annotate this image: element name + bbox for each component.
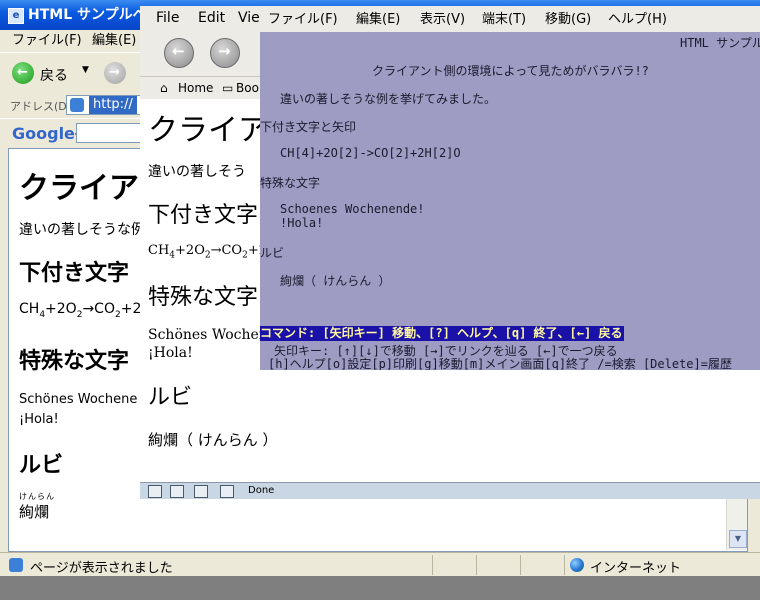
- mail-icon[interactable]: [170, 485, 184, 498]
- navigator-icon[interactable]: [148, 485, 162, 498]
- mozilla-special-german: Schönes Wochen: [148, 327, 268, 343]
- mozilla-intro-text: 違いの著しそう: [148, 164, 246, 180]
- bookmark-home[interactable]: Home: [178, 77, 213, 99]
- lynx-special-heading: 特殊な文字: [260, 176, 321, 190]
- ie-subscript-heading: 下付き文字: [19, 261, 130, 286]
- lynx-ruby-heading: ルビ: [260, 246, 285, 260]
- mozilla-formula: CH4+2O2→CO2+2H: [148, 243, 278, 261]
- terminal-menu-terminal[interactable]: 端末(T): [482, 8, 526, 32]
- mozilla-menu-file[interactable]: File: [156, 6, 179, 30]
- mozilla-menu-edit[interactable]: Edit: [198, 6, 225, 30]
- ie-page-icon: [70, 98, 84, 112]
- address-label: アドレス(D): [10, 100, 72, 113]
- mozilla-ruby-text: 絢爛（ けんらん ）: [148, 431, 278, 449]
- mozilla-status-bar: Done: [140, 482, 760, 499]
- mozilla-special-spanish: ¡Hola!: [148, 345, 193, 361]
- forward-arrow-icon[interactable]: →: [210, 38, 240, 68]
- ie-intro-text: 違いの著しそうな例: [19, 222, 145, 238]
- page-done-icon: [9, 558, 23, 572]
- terminal-window: ファイル(F) 編集(E) 表示(V) 端末(T) 移動(G) ヘルプ(H) H…: [260, 8, 760, 370]
- ie-window-icon: e: [8, 8, 24, 24]
- address-url-text[interactable]: http://: [89, 96, 137, 114]
- lynx-command-line: コマンド: [矢印キー] 移動、[?] ヘルプ、[q] 終了、[←] 戻る: [260, 326, 625, 341]
- terminal-menu-help[interactable]: ヘルプ(H): [608, 8, 667, 32]
- status-divider: [520, 555, 521, 575]
- google-logo[interactable]: Google▼: [12, 124, 82, 143]
- ie-menu-file[interactable]: ファイル(F): [12, 30, 82, 52]
- lynx-special-spanish: !Hola!: [280, 216, 324, 230]
- status-divider: [432, 555, 433, 575]
- scroll-down-arrow-icon[interactable]: ▼: [729, 530, 747, 548]
- home-icon[interactable]: ⌂: [160, 77, 168, 99]
- addressbook-icon[interactable]: [220, 485, 234, 498]
- lynx-text-area: HTML サンプル クライアント側の環境によって見ためがバラバラ!? 違いの著し…: [260, 32, 760, 370]
- lynx-intro: 違いの著しそうな例を挙げてみました。: [280, 92, 497, 106]
- lynx-subscript-heading: 下付き文字と矢印: [260, 120, 357, 134]
- ie-ruby-heading: ルビ: [19, 453, 64, 478]
- mozilla-status-text: Done: [248, 485, 275, 496]
- lynx-ruby: 絢爛（ けんらん ）: [280, 274, 391, 288]
- ie-window-title: HTML サンプルペ: [28, 7, 147, 23]
- status-divider: [476, 555, 477, 575]
- mozilla-page-heading: クライア: [148, 113, 268, 148]
- mozilla-ruby-heading: ルビ: [148, 385, 193, 410]
- ie-ruby-base: 絢爛: [19, 503, 50, 521]
- ie-status-bar: ページが表示されました インターネット: [0, 552, 760, 577]
- composer-icon[interactable]: [194, 485, 208, 498]
- desktop-background: [0, 576, 760, 600]
- back-button-label[interactable]: 戻る: [40, 65, 68, 85]
- lynx-special-german: Schoenes Wochenende!: [280, 202, 425, 216]
- ie-special-heading: 特殊な文字: [19, 349, 130, 374]
- lynx-heading: クライアント側の環境によって見ためがバラバラ!?: [372, 64, 649, 78]
- back-arrow-icon[interactable]: ←: [12, 62, 34, 84]
- bookmark-folder[interactable]: Boo: [236, 77, 259, 99]
- forward-arrow-icon[interactable]: →: [104, 62, 126, 84]
- ie-status-text: ページが表示されました: [30, 561, 173, 576]
- terminal-menu-view[interactable]: 表示(V): [420, 8, 465, 32]
- terminal-menu-file[interactable]: ファイル(F): [268, 8, 338, 32]
- ie-special-german: Schönes Wochene: [19, 392, 138, 407]
- back-dropdown-icon[interactable]: ▼: [82, 65, 89, 75]
- mozilla-special-heading: 特殊な文字: [148, 285, 259, 310]
- lynx-title: HTML サンプル: [680, 36, 760, 50]
- terminal-menu-bar: ファイル(F) 編集(E) 表示(V) 端末(T) 移動(G) ヘルプ(H): [260, 8, 760, 32]
- mozilla-subscript-heading: 下付き文字: [148, 203, 259, 228]
- status-divider: [564, 555, 565, 575]
- internet-globe-icon: [570, 558, 584, 572]
- lynx-help-line-2: [h]ヘルプ[o]設定[p]印刷[g]移動[m]メイン画面[q]終了 /=検索 …: [268, 357, 732, 370]
- folder-icon[interactable]: ▭: [222, 77, 233, 99]
- terminal-menu-go[interactable]: 移動(G): [545, 8, 591, 32]
- ie-zone-text: インターネット: [590, 561, 682, 576]
- lynx-formula: CH[4]+2O[2]->CO[2]+2H[2]O: [280, 146, 461, 160]
- ie-special-spanish: ¡Hola!: [19, 412, 59, 427]
- terminal-menu-edit[interactable]: 編集(E): [356, 8, 400, 32]
- back-arrow-icon[interactable]: ←: [164, 38, 194, 68]
- ie-formula: CH4+2O2→CO2+2: [19, 301, 142, 320]
- ie-menu-edit[interactable]: 編集(E): [92, 30, 136, 52]
